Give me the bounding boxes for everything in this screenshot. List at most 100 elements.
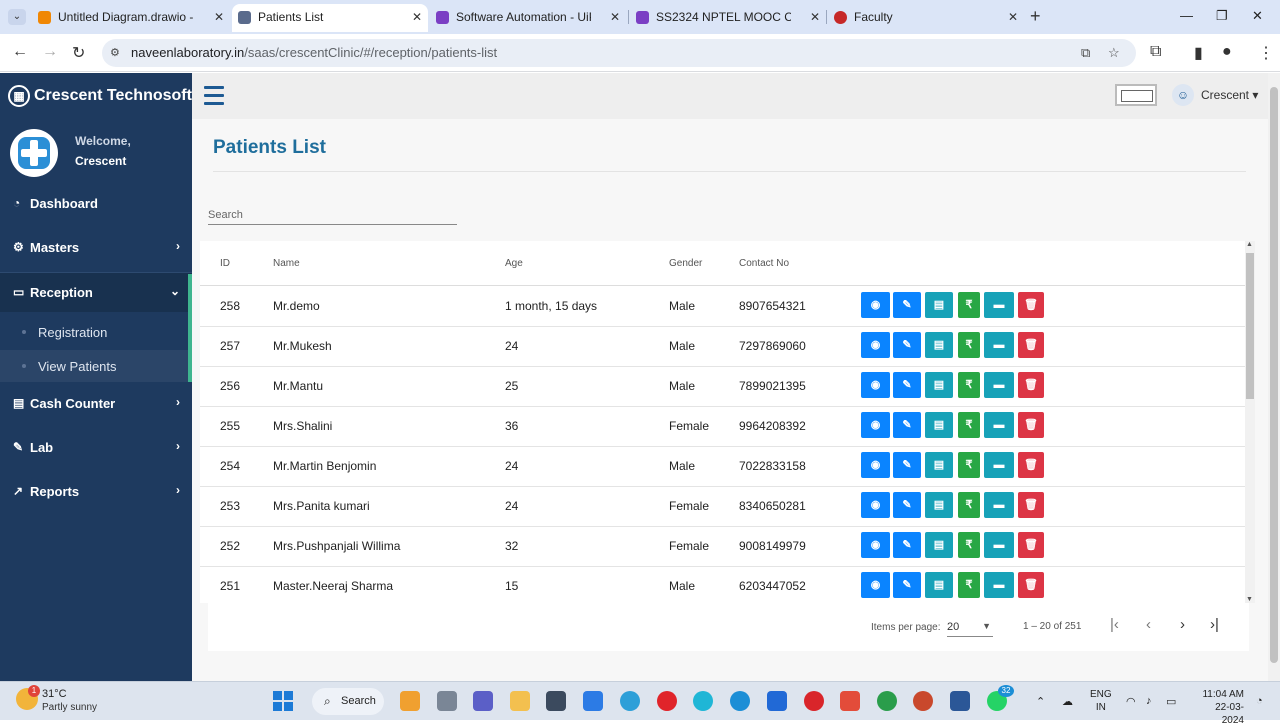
sidebar-item-cash-counter[interactable]: ▤ Cash Counter › bbox=[0, 384, 192, 424]
delete-button[interactable]: 🗑 bbox=[1018, 452, 1044, 478]
close-window-icon[interactable]: ✕ bbox=[1252, 8, 1263, 24]
scrollbar-thumb[interactable] bbox=[1270, 87, 1278, 663]
column-header-gender[interactable]: Gender bbox=[669, 258, 702, 269]
browser-tab-nptel[interactable]: SS2324 NPTEL MOOC Certificat ✕ bbox=[630, 4, 826, 32]
sidebar-toggle-icon[interactable]: ▮ bbox=[1194, 43, 1203, 63]
column-header-age[interactable]: Age bbox=[505, 258, 523, 269]
tab-search-icon[interactable]: ⌄ bbox=[8, 9, 26, 25]
view-button[interactable]: ◉ bbox=[861, 452, 890, 478]
id-card-button[interactable]: ▤ bbox=[925, 492, 953, 518]
fullscreen-toggle[interactable] bbox=[1115, 84, 1157, 106]
edit-button[interactable]: ✎ bbox=[893, 532, 921, 558]
url-text[interactable]: naveenlaboratory.in/saas/crescentClinic/… bbox=[131, 45, 497, 60]
items-per-page-select[interactable]: 20 ▼ bbox=[947, 619, 993, 637]
view-button[interactable]: ◉ bbox=[861, 532, 890, 558]
admit-button[interactable]: ▬ bbox=[984, 572, 1014, 598]
url-omnibox[interactable]: ⚙ naveenlaboratory.in/saas/crescentClini… bbox=[102, 39, 1136, 67]
language-indicator[interactable]: ENG IN bbox=[1090, 688, 1112, 714]
previous-page-icon[interactable]: ‹ bbox=[1146, 616, 1151, 633]
weather-description[interactable]: Partly sunny bbox=[42, 702, 97, 713]
profile-icon[interactable]: ● bbox=[1222, 43, 1232, 61]
sidebar-item-reports[interactable]: ↗ Reports › bbox=[0, 472, 192, 512]
weather-temperature[interactable]: 31°C bbox=[42, 688, 67, 700]
billing-button[interactable]: ₹ bbox=[958, 572, 980, 598]
edit-button[interactable]: ✎ bbox=[893, 412, 921, 438]
volume-icon[interactable]: ♪ bbox=[1146, 695, 1152, 707]
id-card-button[interactable]: ▤ bbox=[925, 532, 953, 558]
view-button[interactable]: ◉ bbox=[861, 332, 890, 358]
close-tab-icon[interactable]: ✕ bbox=[610, 4, 620, 30]
anydesk-icon[interactable] bbox=[840, 691, 860, 711]
taskbar-search[interactable]: ⌕ Search bbox=[312, 688, 384, 715]
restore-icon[interactable]: ❐ bbox=[1216, 8, 1228, 24]
browser-tab-drawio[interactable]: Untitled Diagram.drawio - Page ✕ bbox=[32, 4, 230, 32]
close-tab-icon[interactable]: ✕ bbox=[214, 4, 224, 30]
last-page-icon[interactable]: ›| bbox=[1210, 616, 1219, 633]
back-icon[interactable]: ← bbox=[12, 43, 28, 61]
delete-button[interactable]: 🗑 bbox=[1018, 292, 1044, 318]
teams-icon[interactable] bbox=[473, 691, 493, 711]
view-button[interactable]: ◉ bbox=[861, 572, 890, 598]
app-icon[interactable] bbox=[620, 691, 640, 711]
edit-button[interactable]: ✎ bbox=[893, 572, 921, 598]
file-explorer-icon[interactable] bbox=[510, 691, 530, 711]
close-tab-icon[interactable]: ✕ bbox=[1008, 4, 1018, 30]
id-card-button[interactable]: ▤ bbox=[925, 372, 953, 398]
page-scrollbar[interactable] bbox=[1268, 73, 1280, 681]
extensions-icon[interactable]: ⧉ bbox=[1150, 43, 1161, 61]
edge-icon[interactable] bbox=[730, 691, 750, 711]
browser-tab-faculty[interactable]: Faculty ✕ bbox=[828, 4, 1024, 32]
next-page-icon[interactable]: › bbox=[1180, 616, 1185, 633]
windows-start-icon[interactable] bbox=[273, 691, 293, 711]
scroll-down-icon[interactable]: ▼ bbox=[1246, 596, 1253, 603]
billing-button[interactable]: ₹ bbox=[958, 452, 980, 478]
chevron-up-icon[interactable]: ⌃ bbox=[1036, 695, 1045, 708]
billing-button[interactable]: ₹ bbox=[958, 292, 980, 318]
scrollbar-thumb[interactable] bbox=[1246, 253, 1254, 399]
battery-icon[interactable]: ▭ bbox=[1166, 695, 1176, 708]
edit-button[interactable]: ✎ bbox=[893, 372, 921, 398]
browser-tab-uipath[interactable]: Software Automation - UiPath ✕ bbox=[430, 4, 626, 32]
column-header-name[interactable]: Name bbox=[273, 258, 300, 269]
id-card-button[interactable]: ▤ bbox=[925, 292, 953, 318]
browser-menu-icon[interactable]: ⋮ bbox=[1258, 43, 1274, 63]
admit-button[interactable]: ▬ bbox=[984, 412, 1014, 438]
id-card-button[interactable]: ▤ bbox=[925, 412, 953, 438]
id-card-button[interactable]: ▤ bbox=[925, 332, 953, 358]
system-clock[interactable]: 11:04 AM 22-03-2024 bbox=[1196, 688, 1244, 727]
delete-button[interactable]: 🗑 bbox=[1018, 532, 1044, 558]
view-button[interactable]: ◉ bbox=[861, 292, 890, 318]
sidebar-item-masters[interactable]: ⚙ Masters › bbox=[0, 228, 192, 268]
admit-button[interactable]: ▬ bbox=[984, 292, 1014, 318]
sidebar-item-reception[interactable]: ▭ Reception ⌄ bbox=[0, 272, 192, 312]
view-button[interactable]: ◉ bbox=[861, 492, 890, 518]
table-scrollbar[interactable]: ▲ ▼ bbox=[1245, 241, 1255, 603]
wifi-icon[interactable]: ◠ bbox=[1126, 695, 1136, 708]
opera-icon[interactable] bbox=[657, 691, 677, 711]
column-header-contact[interactable]: Contact No bbox=[739, 258, 789, 269]
billing-button[interactable]: ₹ bbox=[958, 332, 980, 358]
new-tab-icon[interactable]: + bbox=[1030, 6, 1041, 27]
opera-gx-icon[interactable] bbox=[804, 691, 824, 711]
sidebar-item-lab[interactable]: ✎ Lab › bbox=[0, 428, 192, 468]
edit-button[interactable]: ✎ bbox=[893, 492, 921, 518]
id-card-button[interactable]: ▤ bbox=[925, 572, 953, 598]
file-app-icon[interactable] bbox=[437, 691, 457, 711]
bookmark-star-icon[interactable]: ☆ bbox=[1108, 45, 1120, 61]
site-info-icon[interactable]: ⚙ bbox=[110, 46, 120, 59]
first-page-icon[interactable]: |‹ bbox=[1110, 616, 1119, 633]
onedrive-icon[interactable]: ☁ bbox=[1062, 695, 1073, 708]
powerpoint-icon[interactable] bbox=[913, 691, 933, 711]
edit-button[interactable]: ✎ bbox=[893, 292, 921, 318]
search-input[interactable] bbox=[208, 205, 457, 225]
admit-button[interactable]: ▬ bbox=[984, 492, 1014, 518]
menu-toggle-icon[interactable] bbox=[204, 86, 224, 106]
browser-tab-patients[interactable]: Patients List ✕ bbox=[232, 4, 428, 32]
translate-icon[interactable]: ⧉ bbox=[1081, 45, 1090, 61]
user-menu[interactable]: Crescent ▾ bbox=[1201, 88, 1258, 102]
admit-button[interactable]: ▬ bbox=[984, 372, 1014, 398]
copilot-icon[interactable] bbox=[400, 691, 420, 711]
sidebar-item-dashboard[interactable]: ◔ Dashboard bbox=[0, 184, 192, 224]
delete-button[interactable]: 🗑 bbox=[1018, 572, 1044, 598]
billing-button[interactable]: ₹ bbox=[958, 412, 980, 438]
